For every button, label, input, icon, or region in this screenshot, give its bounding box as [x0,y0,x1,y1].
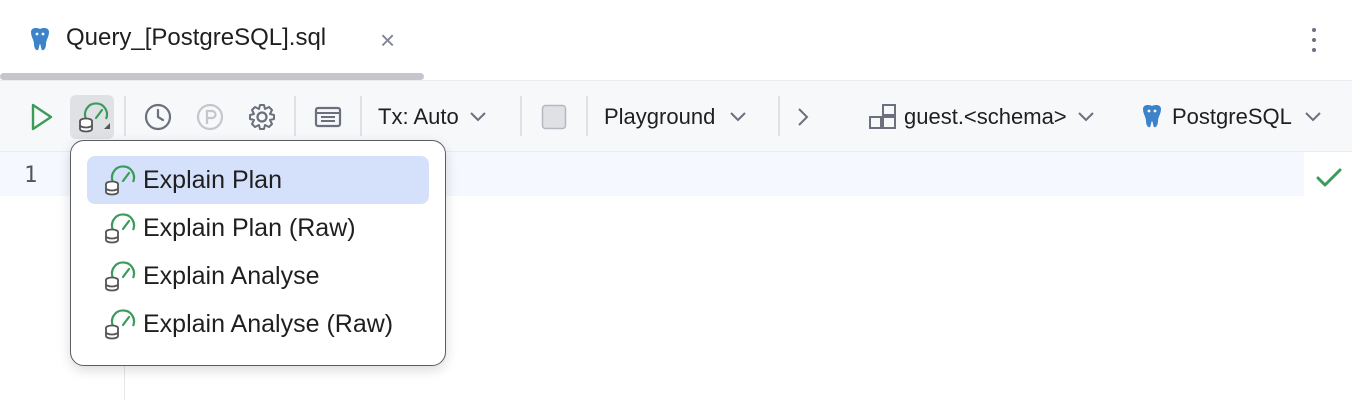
menu-item-label: Explain Plan [143,165,282,194]
datasource-selector[interactable]: PostgreSQL [1138,95,1338,139]
menu-item-explain-plan-raw[interactable]: Explain Plan (Raw) [87,204,429,252]
toolbar-separator [360,96,362,136]
toolbar-separator [586,96,588,136]
more-toolbar-button[interactable] [788,95,818,139]
pin-icon [196,103,224,131]
schema-label: guest.<schema> [904,104,1067,129]
session-dropdown[interactable]: Playground [604,95,764,139]
layout-icon [314,106,342,128]
menu-item-label: Explain Plan (Raw) [143,213,356,242]
toolbar-separator [294,96,296,136]
explain-plan-icon [105,165,136,196]
line-number: 1 [24,163,38,188]
run-icon [31,103,53,131]
toolbar-separator [124,96,126,136]
explain-analyse-icon [105,309,136,340]
tab-query-postgresql[interactable]: Query_[PostgreSQL].sql × [0,0,424,80]
postgresql-icon [31,28,49,51]
stop-icon [541,104,567,130]
close-icon[interactable]: × [380,26,404,54]
schema-icon [869,104,896,129]
explain-plan-button[interactable] [70,95,114,139]
menu-item-explain-analyse-raw[interactable]: Explain Analyse (Raw) [87,300,429,348]
chevron-down-icon [470,112,486,122]
postgresql-icon [1143,105,1161,128]
checkmark-icon [1316,168,1342,187]
menu-item-explain-plan[interactable]: Explain Plan [87,156,429,204]
chevron-down-icon [730,112,747,122]
run-button[interactable] [22,95,60,139]
menu-item-label: Explain Analyse (Raw) [143,309,394,338]
active-tab-indicator [0,73,424,80]
tab-title: Query_[PostgreSQL].sql [66,24,327,51]
layout-button[interactable] [308,95,348,139]
history-icon [144,103,172,131]
settings-icon [249,104,275,130]
schema-selector[interactable]: guest.<schema> [868,95,1108,139]
datasource-label: PostgreSQL [1172,104,1292,129]
toolbar-separator [778,96,780,136]
more-vertical-icon[interactable] [1300,22,1328,58]
explain-plan-icon [105,213,136,244]
explain-plan-icon [79,102,110,133]
transaction-mode-dropdown[interactable]: Tx: Auto [378,95,508,139]
chevron-right-icon [798,108,809,126]
history-button[interactable] [138,95,178,139]
toolbar-separator [520,96,522,136]
chevron-down-icon [1077,112,1094,122]
menu-item-label: Explain Analyse [143,261,320,290]
chevron-down-icon [1305,112,1321,122]
settings-button[interactable] [242,95,282,139]
transaction-mode-label: Tx: Auto [378,104,459,129]
pin-button[interactable] [190,95,230,139]
stop-button[interactable] [534,95,574,139]
inspection-status[interactable] [1306,158,1350,198]
session-label: Playground [604,104,716,129]
menu-item-explain-analyse[interactable]: Explain Analyse [87,252,429,300]
explain-analyse-icon [105,261,136,292]
explain-plan-menu: Explain Plan Explain Plan (Raw) Explain … [70,140,446,366]
